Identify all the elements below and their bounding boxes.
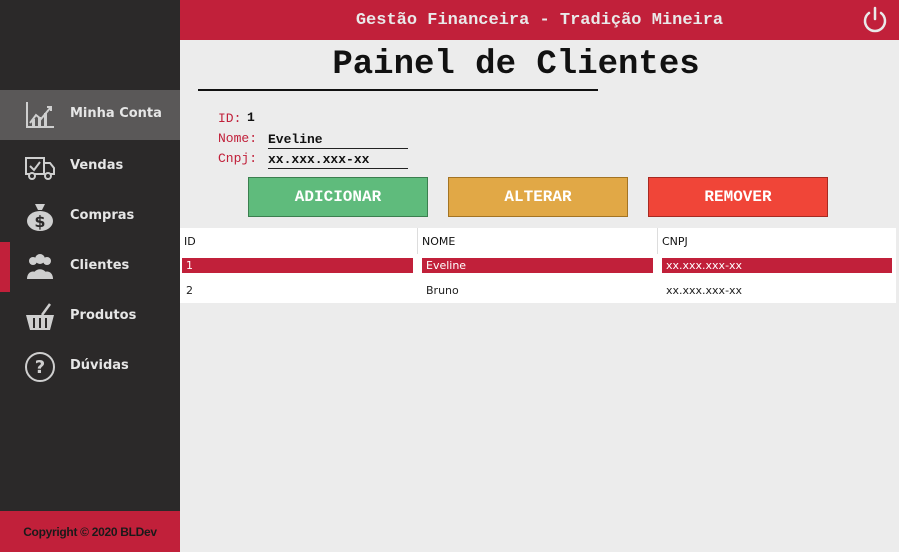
cell-id: 2 <box>186 284 193 297</box>
sidebar-item-duvidas[interactable]: ? Dúvidas <box>0 342 180 392</box>
remove-button[interactable]: REMOVER <box>648 177 828 217</box>
power-icon[interactable] <box>861 6 889 34</box>
cnpj-field[interactable] <box>268 150 408 169</box>
question-icon: ? <box>25 352 55 382</box>
active-indicator <box>0 242 10 292</box>
cnpj-label: Cnpj: <box>218 151 258 166</box>
sidebar-item-label: Compras <box>70 208 135 223</box>
chart-icon <box>26 102 54 128</box>
table-row[interactable]: 1 Eveline xx.xxx.xxx-xx <box>180 255 896 279</box>
sidebar-item-label: Dúvidas <box>70 358 129 373</box>
basket-icon <box>26 303 54 330</box>
header-bar: Gestão Financeira - Tradição Mineira <box>180 0 899 40</box>
sidebar: Minha Conta Vendas $ Compras Clientes Pr… <box>0 0 180 552</box>
clients-table: ID NOME CNPJ 1 Eveline xx.xxx.xxx-xx 2 B… <box>180 228 896 303</box>
app-title: Gestão Financeira - Tradição Mineira <box>355 11 724 30</box>
nome-label: Nome: <box>218 131 258 146</box>
column-header-nome[interactable]: NOME <box>418 228 658 254</box>
title-underline <box>198 89 598 91</box>
sidebar-item-vendas[interactable]: Vendas <box>0 142 180 192</box>
sidebar-item-label: Produtos <box>70 308 137 323</box>
page-title: Painel de Clientes <box>332 46 700 84</box>
cell-nome: Bruno <box>426 284 459 297</box>
table-row[interactable]: 2 Bruno xx.xxx.xxx-xx <box>180 280 896 304</box>
svg-text:?: ? <box>35 357 45 378</box>
id-value: 1 <box>247 110 255 125</box>
cell-cnpj: xx.xxx.xxx-xx <box>666 284 743 297</box>
copyright-footer: Copyright © 2020 BLDev <box>0 511 180 552</box>
add-button[interactable]: ADICIONAR <box>248 177 428 217</box>
column-header-id[interactable]: ID <box>180 228 418 254</box>
svg-text:$: $ <box>34 212 45 231</box>
sidebar-item-produtos[interactable]: Produtos <box>0 292 180 342</box>
id-label: ID: <box>218 111 242 126</box>
money-bag-icon: $ <box>27 204 53 231</box>
sidebar-item-compras[interactable]: $ Compras <box>0 192 180 242</box>
cell-nome: Eveline <box>422 258 653 273</box>
nome-field[interactable] <box>268 130 408 149</box>
column-header-cnpj[interactable]: CNPJ <box>658 228 896 254</box>
sidebar-item-minha-conta[interactable]: Minha Conta <box>0 90 180 140</box>
cell-cnpj: xx.xxx.xxx-xx <box>662 258 892 273</box>
cell-id: 1 <box>182 258 413 273</box>
alter-button[interactable]: ALTERAR <box>448 177 628 217</box>
users-icon <box>27 254 53 279</box>
sidebar-item-label: Vendas <box>70 158 124 173</box>
sidebar-item-label: Minha Conta <box>70 106 162 121</box>
sidebar-item-clientes[interactable]: Clientes <box>0 242 180 292</box>
sidebar-item-label: Clientes <box>70 258 130 273</box>
delivery-truck-icon <box>25 157 55 180</box>
